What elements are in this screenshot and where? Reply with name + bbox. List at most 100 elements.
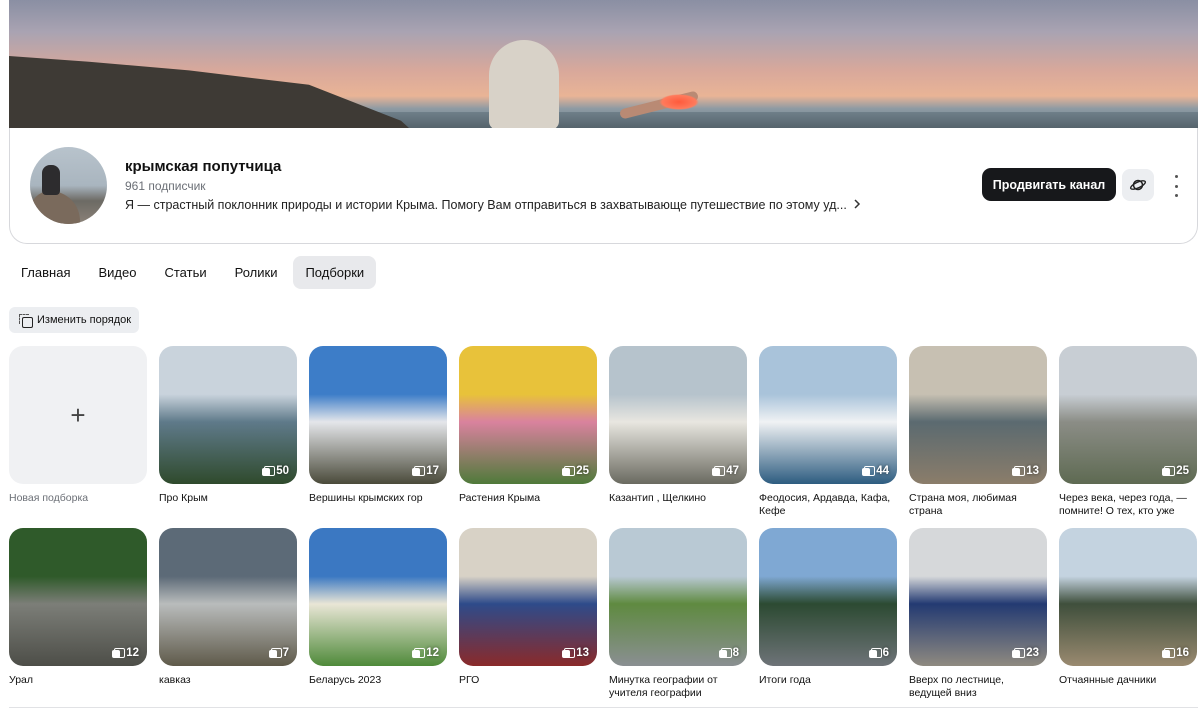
stack-icon: [862, 466, 876, 476]
new-collection-tile[interactable]: + Новая подборка: [9, 346, 147, 518]
collection-card[interactable]: 12 Урал: [9, 528, 147, 700]
divider: [9, 707, 1198, 708]
reorder-icon: [19, 313, 33, 328]
stack-icon: [1162, 648, 1176, 658]
collection-card[interactable]: 6 Итоги года: [759, 528, 897, 700]
collection-card[interactable]: 25 Через века, через года, — помните! О т…: [1059, 346, 1197, 518]
collection-title[interactable]: Вверх по лестнице, ведущей вниз: [909, 674, 1047, 700]
item-count-badge: 23: [1012, 647, 1039, 659]
reorder-button[interactable]: Изменить порядок: [9, 307, 139, 333]
tab-clips[interactable]: Ролики: [223, 256, 290, 289]
item-count-badge: 12: [112, 647, 139, 659]
collection-card[interactable]: 7 кавказ: [159, 528, 297, 700]
item-count: 25: [576, 465, 589, 477]
collection-card[interactable]: 16 Отчаянные дачники: [1059, 528, 1197, 700]
collection-card[interactable]: 17 Вершины крымских гор: [309, 346, 447, 518]
item-count-badge: 13: [1012, 465, 1039, 477]
collection-title[interactable]: Казантип , Щелкино: [609, 492, 747, 518]
collection-title[interactable]: кавказ: [159, 674, 297, 700]
collection-thumbnail[interactable]: 47: [609, 346, 747, 484]
collection-title[interactable]: Минутка географии от учителя географии: [609, 674, 747, 700]
stack-icon: [1162, 466, 1176, 476]
item-count-badge: 7: [268, 647, 289, 659]
collection-card[interactable]: 8 Минутка географии от учителя географии: [609, 528, 747, 700]
collection-thumbnail[interactable]: 23: [909, 528, 1047, 666]
plus-icon[interactable]: +: [9, 346, 147, 484]
collection-thumbnail[interactable]: 25: [1059, 346, 1197, 484]
avatar-figure: [42, 165, 60, 195]
item-count-badge: 16: [1162, 647, 1189, 659]
promote-channel-button[interactable]: Продвигать канал: [982, 168, 1116, 201]
item-count-badge: 25: [1162, 465, 1189, 477]
collection-thumbnail[interactable]: 25: [459, 346, 597, 484]
collection-title[interactable]: РГО: [459, 674, 597, 700]
collection-card[interactable]: 25 Растения Крыма: [459, 346, 597, 518]
tab-video[interactable]: Видео: [86, 256, 148, 289]
collection-card[interactable]: 50 Про Крым: [159, 346, 297, 518]
collection-card[interactable]: 23 Вверх по лестнице, ведущей вниз: [909, 528, 1047, 700]
chevron-right-icon: [853, 198, 861, 212]
planet-icon[interactable]: [1122, 169, 1154, 201]
item-count-badge: 17: [412, 465, 439, 477]
tab-articles[interactable]: Статьи: [152, 256, 218, 289]
collection-thumbnail[interactable]: 13: [459, 528, 597, 666]
collection-title[interactable]: Итоги года: [759, 674, 897, 700]
collection-title[interactable]: Про Крым: [159, 492, 297, 518]
tab-collections[interactable]: Подборки: [293, 256, 377, 289]
item-count: 8: [732, 647, 739, 659]
tab-main[interactable]: Главная: [9, 256, 82, 289]
collection-title[interactable]: Растения Крыма: [459, 492, 597, 518]
stack-icon: [412, 648, 426, 658]
item-count: 44: [876, 465, 889, 477]
stack-icon: [718, 648, 732, 658]
collection-thumbnail[interactable]: 13: [909, 346, 1047, 484]
stack-icon: [1012, 648, 1026, 658]
item-count: 47: [726, 465, 739, 477]
item-count: 16: [1176, 647, 1189, 659]
item-count-badge: 47: [712, 465, 739, 477]
collection-thumbnail[interactable]: 8: [609, 528, 747, 666]
collection-card[interactable]: 47 Казантип , Щелкино: [609, 346, 747, 518]
item-count: 17: [426, 465, 439, 477]
cover-person: [489, 40, 559, 128]
channel-name[interactable]: крымская попутчица: [125, 158, 281, 175]
collection-card[interactable]: 44 Феодосия, Ардавда, Кафа, Кефе: [759, 346, 897, 518]
channel-description[interactable]: Я — страстный поклонник природы и истори…: [125, 198, 861, 212]
collection-title[interactable]: Через века, через года, — помните! О тех…: [1059, 492, 1197, 518]
collection-thumbnail[interactable]: 6: [759, 528, 897, 666]
collection-thumbnail[interactable]: 7: [159, 528, 297, 666]
collection-thumbnail[interactable]: 12: [309, 528, 447, 666]
collection-thumbnail[interactable]: 16: [1059, 528, 1197, 666]
collection-thumbnail[interactable]: 12: [9, 528, 147, 666]
channel-tabs: Главная Видео Статьи Ролики Подборки: [9, 256, 377, 289]
collection-title[interactable]: Феодосия, Ардавда, Кафа, Кефе: [759, 492, 897, 518]
subscriber-count: 961 подписчик: [125, 179, 206, 193]
item-count: 13: [576, 647, 589, 659]
collection-card[interactable]: 13 Страна моя, любимая страна: [909, 346, 1047, 518]
item-count-badge: 6: [868, 647, 889, 659]
item-count: 6: [882, 647, 889, 659]
collection-title[interactable]: Урал: [9, 674, 147, 700]
collection-thumbnail[interactable]: 50: [159, 346, 297, 484]
avatar[interactable]: [30, 147, 107, 224]
collection-title[interactable]: Беларусь 2023: [309, 674, 447, 700]
collection-title[interactable]: Вершины крымских гор: [309, 492, 447, 518]
new-collection-label: Новая подборка: [9, 492, 89, 504]
cover-cliff: [9, 56, 409, 128]
item-count-badge: 50: [262, 465, 289, 477]
collection-thumbnail[interactable]: 17: [309, 346, 447, 484]
more-options-icon[interactable]: [1168, 175, 1184, 197]
stack-icon: [112, 648, 126, 658]
stack-icon: [712, 466, 726, 476]
channel-header: крымская попутчица 961 подписчик Я — стр…: [9, 128, 1198, 244]
stack-icon: [412, 466, 426, 476]
reorder-label: Изменить порядок: [37, 314, 132, 326]
item-count: 50: [276, 465, 289, 477]
collection-card[interactable]: 13 РГО: [459, 528, 597, 700]
collection-thumbnail[interactable]: 44: [759, 346, 897, 484]
collection-title[interactable]: Страна моя, любимая страна: [909, 492, 1047, 518]
stack-icon: [262, 466, 276, 476]
collection-card[interactable]: 12 Беларусь 2023: [309, 528, 447, 700]
channel-cover-image: [9, 0, 1198, 128]
collection-title[interactable]: Отчаянные дачники: [1059, 674, 1197, 700]
